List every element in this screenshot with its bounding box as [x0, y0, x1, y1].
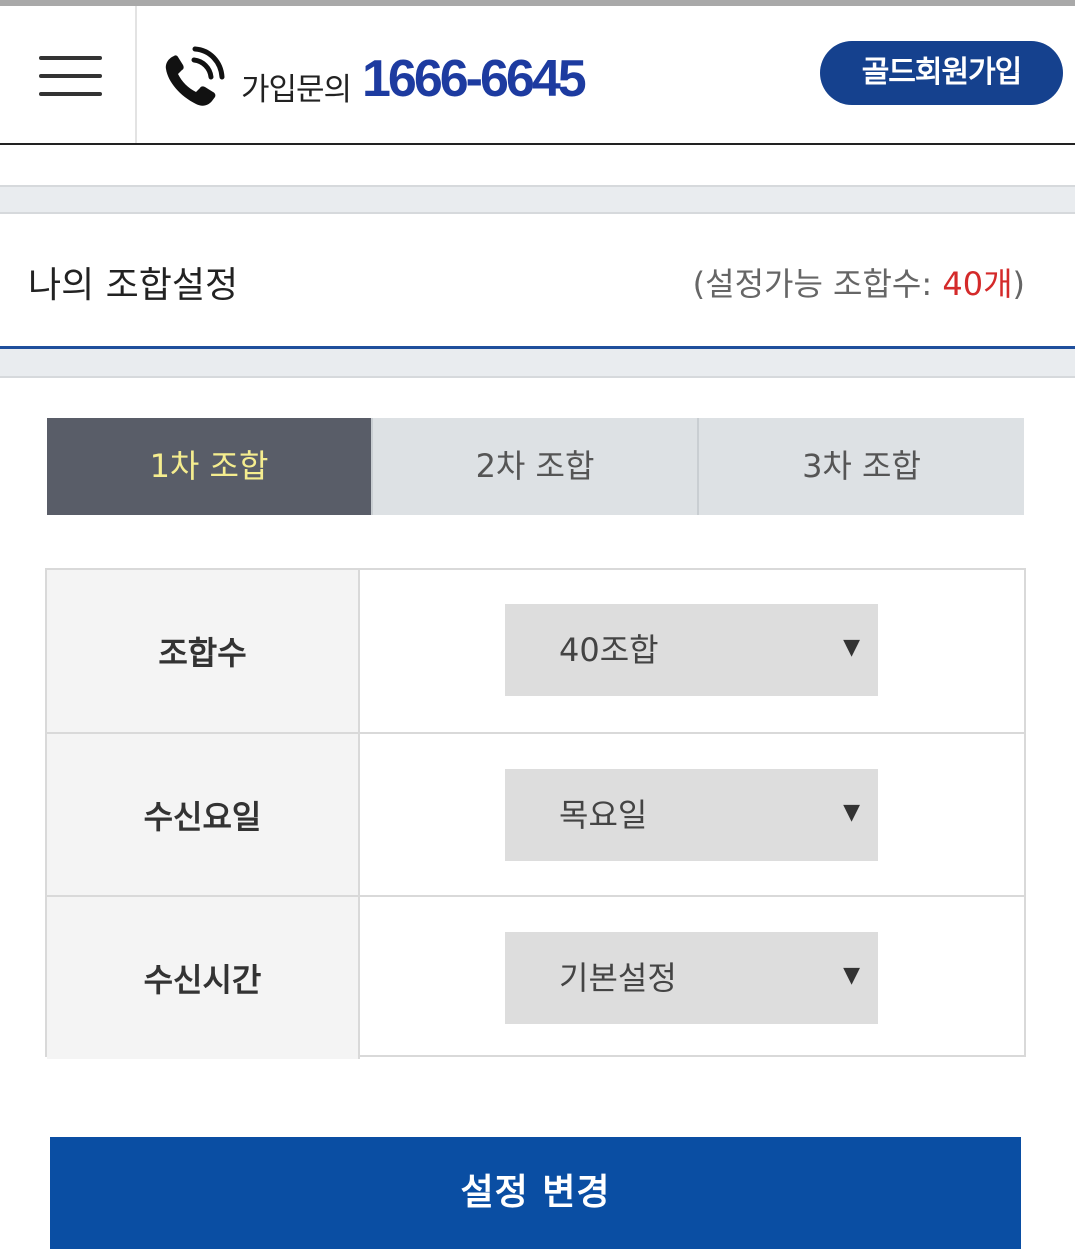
available-combination-count: (설정가능 조합수: 40개) [693, 259, 1025, 305]
section-gap [0, 185, 1075, 214]
phone-ringing-icon[interactable] [160, 46, 226, 112]
available-close: ) [1012, 265, 1025, 303]
page-title: 나의 조합설정 [28, 265, 239, 306]
setting-row-receive-time: 수신시간 기본설정 ▼ [47, 895, 1024, 1059]
receive-day-select[interactable]: 목요일 ▼ [505, 769, 878, 861]
combination-tabs: 1차 조합 2차 조합 3차 조합 [47, 418, 1024, 515]
available-count-value: 40개 [942, 265, 1013, 303]
receive-time-select[interactable]: 기본설정 ▼ [505, 932, 878, 1024]
section-gap [0, 349, 1075, 378]
select-value: 40조합 [559, 631, 659, 669]
setting-label: 수신요일 [47, 734, 360, 896]
menu-bar [39, 56, 102, 60]
setting-value-cell: 목요일 ▼ [360, 734, 1024, 896]
settings-table: 조합수 40조합 ▼ 수신요일 목요일 ▼ 수신시간 기본설정 ▼ [45, 568, 1026, 1059]
setting-label: 조합수 [47, 570, 360, 732]
app-header: 가입문의 1666-6645 골드회원가입 [0, 6, 1075, 145]
setting-value-cell: 기본설정 ▼ [360, 897, 1024, 1059]
select-value: 기본설정 [559, 959, 677, 997]
gold-member-join-button[interactable]: 골드회원가입 [820, 41, 1063, 105]
tab-combination-3[interactable]: 3차 조합 [697, 418, 1024, 515]
tab-combination-1[interactable]: 1차 조합 [47, 418, 371, 515]
available-label: (설정가능 조합수: [692, 265, 943, 303]
menu-bar [39, 92, 102, 96]
tab-combination-2[interactable]: 2차 조합 [371, 418, 697, 515]
setting-label: 수신시간 [47, 897, 360, 1059]
setting-value-cell: 40조합 ▼ [360, 570, 1024, 732]
combination-count-select[interactable]: 40조합 ▼ [505, 604, 878, 696]
menu-bar [39, 74, 102, 78]
dropdown-arrow-icon: ▼ [843, 800, 860, 825]
inquiry-label: 가입문의 [241, 72, 352, 108]
setting-row-receive-day: 수신요일 목요일 ▼ [47, 732, 1024, 896]
inquiry-phone-number[interactable]: 1666-6645 [362, 49, 587, 109]
hamburger-menu-icon[interactable] [0, 6, 137, 143]
dropdown-arrow-icon: ▼ [843, 635, 860, 660]
setting-row-combination-count: 조합수 40조합 ▼ [47, 570, 1024, 732]
dropdown-arrow-icon: ▼ [843, 963, 860, 988]
save-settings-button[interactable]: 설정 변경 [50, 1137, 1021, 1249]
select-value: 목요일 [559, 796, 648, 834]
